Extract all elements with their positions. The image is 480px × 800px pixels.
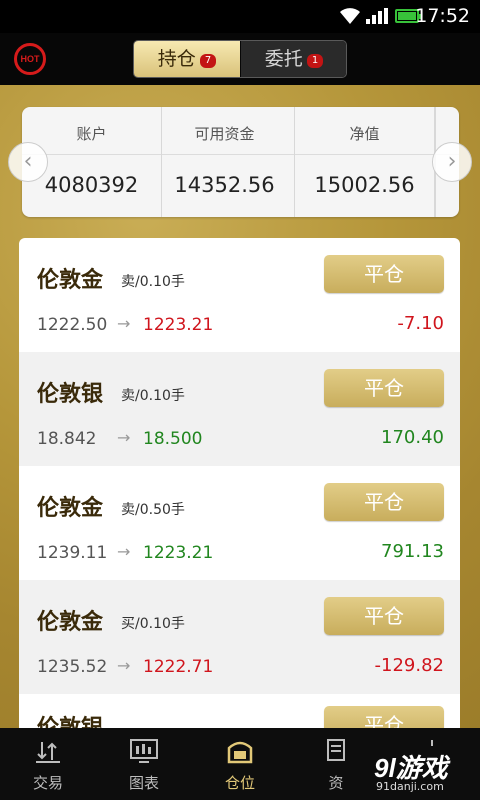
nav-chart[interactable]: 图表 [96, 728, 192, 800]
position-row[interactable]: 伦敦金 卖/0.50手 平仓 1239.11 → 1223.21 791.13 [19, 466, 460, 580]
instrument-name: 伦敦银 [37, 710, 103, 728]
current-price: 1222.71 [143, 657, 214, 677]
close-position-button[interactable]: 平仓 [324, 597, 444, 635]
position-icon [227, 741, 253, 764]
watermark-logo: 9l游戏 91danji.com [374, 742, 474, 793]
tab-orders-badge: 1 [306, 54, 324, 68]
available-funds-label: 可用资金 [194, 125, 255, 143]
nav-position-label: 仓位 [224, 774, 255, 792]
net-value-column: 净值 15002.56 [295, 107, 435, 217]
account-value: 4080392 [44, 173, 139, 197]
signal-icon [366, 8, 388, 24]
open-price: 1235.52 [37, 657, 108, 677]
position-side: 买/0.10手 [121, 616, 185, 632]
position-row[interactable]: 伦敦银 平仓 [19, 694, 460, 728]
tab-holdings-badge: 7 [199, 54, 217, 68]
account-summary-card: 账户 4080392 可用资金 14352.56 净值 15002.56 [22, 107, 459, 217]
profit-loss: -7.10 [397, 313, 444, 334]
nav-funds[interactable]: 资 [288, 728, 384, 800]
tab-holdings-label: 持仓 [157, 48, 196, 70]
wifi-icon [340, 8, 360, 24]
hot-button[interactable]: HOT [14, 43, 46, 75]
open-price: 18.842 [37, 429, 97, 449]
position-tabs: 持仓 7 委托 1 [133, 40, 347, 78]
current-price: 1223.21 [143, 543, 214, 563]
app-header: HOT 持仓 7 委托 1 [0, 33, 480, 85]
tab-holdings[interactable]: 持仓 7 [134, 41, 240, 77]
position-row[interactable]: 伦敦金 卖/0.10手 平仓 1222.50 → 1223.21 -7.10 [19, 238, 460, 352]
profit-loss: -129.82 [374, 655, 444, 676]
close-position-button[interactable]: 平仓 [324, 255, 444, 293]
nav-trade[interactable]: 交易 [0, 728, 96, 800]
chart-icon [130, 739, 158, 763]
close-position-button[interactable]: 平仓 [324, 369, 444, 407]
chevron-left-icon[interactable]: ‹ [8, 142, 48, 182]
current-price: 1223.21 [143, 315, 214, 335]
open-price: 1222.50 [37, 315, 108, 335]
profit-loss: 170.40 [381, 427, 444, 448]
profit-loss: 791.13 [381, 541, 444, 562]
account-label: 账户 [76, 125, 107, 143]
position-side: 卖/0.50手 [121, 502, 185, 518]
position-row[interactable]: 伦敦金 买/0.10手 平仓 1235.52 → 1222.71 -129.82 [19, 580, 460, 694]
position-side: 卖/0.10手 [121, 388, 185, 404]
instrument-name: 伦敦金 [37, 610, 104, 635]
instrument-name: 伦敦金 [37, 496, 104, 521]
close-position-button[interactable]: 平仓 [324, 706, 444, 728]
position-side: 卖/0.10手 [121, 274, 185, 290]
nav-funds-label: 资 [328, 774, 344, 792]
status-bar: 17:52 [0, 0, 480, 33]
net-value-label: 净值 [349, 125, 380, 143]
open-price: 1239.11 [37, 543, 108, 563]
instrument-name: 伦敦金 [37, 268, 104, 293]
trade-icon [36, 742, 60, 763]
position-row[interactable]: 伦敦银 卖/0.10手 平仓 18.842 → 18.500 170.40 [19, 352, 460, 466]
funds-icon [327, 739, 345, 761]
close-position-button[interactable]: 平仓 [324, 483, 444, 521]
tab-orders-label: 委托 [264, 48, 303, 70]
watermark-url: 91danji.com [376, 780, 444, 793]
nav-chart-label: 图表 [128, 774, 159, 792]
status-time: 17:52 [415, 5, 470, 27]
nav-position[interactable]: 仓位 [192, 728, 288, 800]
tab-orders[interactable]: 委托 1 [241, 41, 346, 77]
net-value-value: 15002.56 [314, 173, 415, 197]
available-funds-column: 可用资金 14352.56 [155, 107, 295, 217]
chevron-right-icon[interactable]: › [432, 142, 472, 182]
positions-list: 伦敦金 卖/0.10手 平仓 1222.50 → 1223.21 -7.10 伦… [19, 238, 460, 728]
current-price: 18.500 [143, 429, 203, 449]
arrow-right-icon: → [117, 542, 131, 561]
instrument-name: 伦敦银 [37, 382, 104, 407]
arrow-right-icon: → [117, 656, 131, 675]
arrow-right-icon: → [117, 428, 131, 447]
arrow-right-icon: → [117, 314, 131, 333]
nav-trade-label: 交易 [32, 774, 63, 792]
available-funds-value: 14352.56 [174, 173, 275, 197]
